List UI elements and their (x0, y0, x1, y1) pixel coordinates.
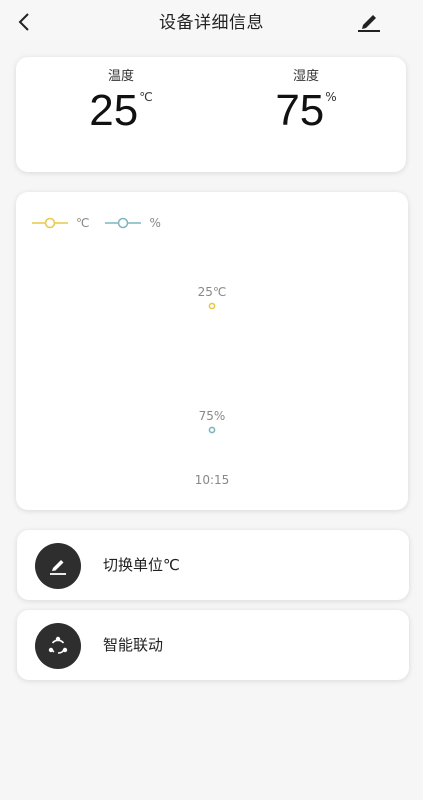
data-label-temperature: 25℃ (198, 285, 227, 299)
switch-unit-label: 切换单位℃ (103, 556, 180, 574)
humidity-label: 湿度 (292, 69, 319, 84)
data-label-humidity: 75% (199, 409, 226, 423)
header: 设备详细信息 (0, 0, 423, 40)
x-tick-label: 10:15 (195, 473, 230, 487)
temperature-value: 25 (89, 86, 139, 135)
pencil-icon (50, 560, 66, 575)
data-point-humidity[interactable] (208, 426, 216, 434)
share-icon (48, 636, 68, 654)
pencil-icon (358, 15, 380, 32)
chart-card: ℃ % 25℃ 75% 10:15 (16, 192, 408, 510)
temperature-label: 温度 (107, 69, 134, 84)
temperature-reading: 温度 25 ℃ (46, 57, 196, 136)
humidity-reading: 湿度 75 % (231, 57, 381, 136)
switch-unit-row[interactable]: 切换单位℃ (17, 530, 409, 600)
edit-button[interactable] (355, 8, 383, 36)
smart-link-icon-circle (35, 623, 81, 669)
smart-link-label: 智能联动 (103, 636, 164, 654)
data-point-temperature[interactable] (208, 302, 216, 310)
humidity-unit: % (325, 90, 337, 104)
smart-link-row[interactable]: 智能联动 (17, 610, 409, 680)
chart-plot: 25℃ 75% 10:15 (195, 285, 230, 487)
switch-unit-icon-circle (35, 543, 81, 589)
readings-card: 温度 25 ℃ 湿度 75 % (16, 57, 406, 172)
temperature-unit: ℃ (139, 90, 153, 104)
humidity-value: 75 (275, 86, 325, 135)
